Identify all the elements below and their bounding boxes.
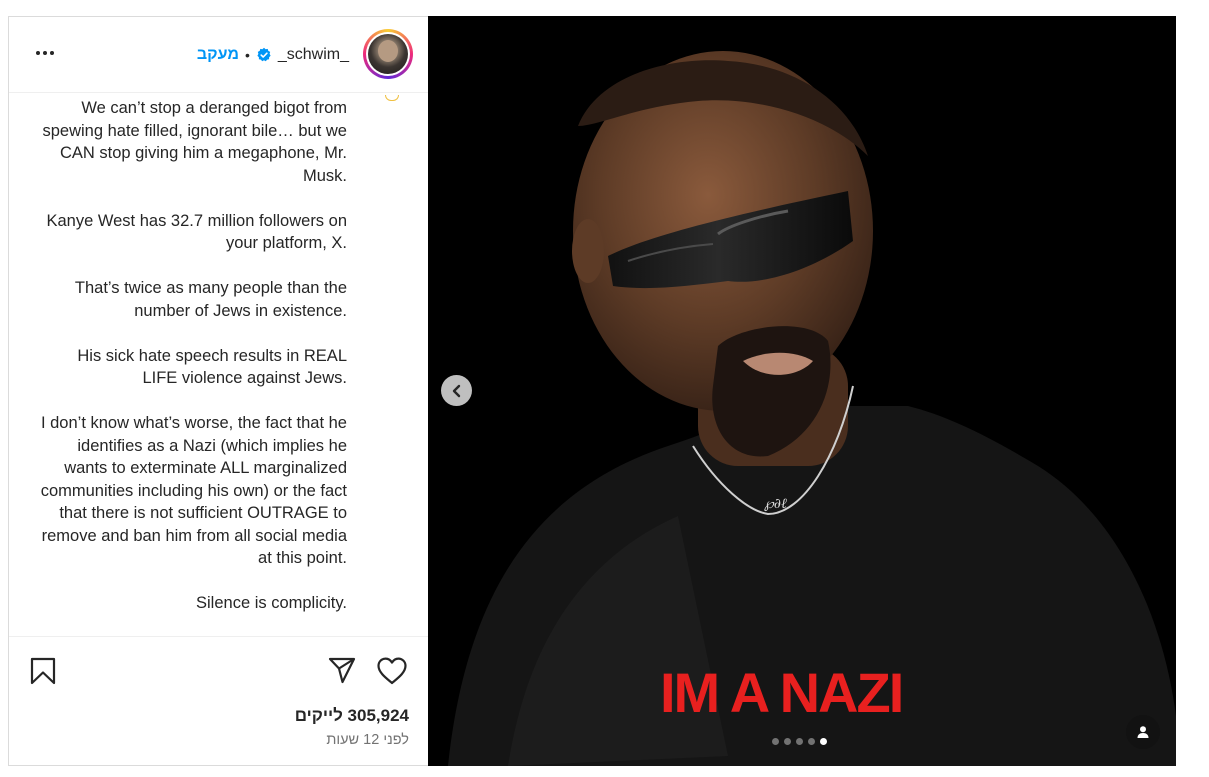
post-photo: ℘∂ℓ: [428, 16, 1176, 766]
likes-count[interactable]: 305,924 לייקים: [295, 706, 409, 726]
carousel-dot: [784, 738, 791, 745]
shirt-text: IM A NAZI: [660, 661, 904, 724]
caption-paragraph: His sick hate speech results in REAL LIF…: [77, 346, 347, 388]
share-icon[interactable]: [327, 656, 357, 686]
carousel-dot: [796, 738, 803, 745]
carousel-dot-active: [820, 738, 827, 745]
follow-button[interactable]: מעקב: [197, 46, 239, 64]
action-bar: 305,924 לייקים לפני 12 שעות: [9, 636, 429, 766]
caption-scroll-edge: [385, 95, 399, 101]
verified-badge-icon: [257, 47, 271, 62]
more-options-icon: [36, 51, 40, 55]
user-tag-icon: [1137, 726, 1149, 738]
separator-dot: •: [244, 47, 250, 63]
caption-paragraph: Silence is complicity.: [196, 594, 347, 612]
caption-paragraph: We can’t stop a deranged bigot from spew…: [42, 99, 347, 185]
chevron-left-icon: [452, 384, 460, 397]
caption-paragraph: That’s twice as many people than the num…: [74, 279, 347, 320]
carousel-dot: [808, 738, 815, 745]
post-header: מעקב • _schwim_: [9, 17, 429, 93]
heart-icon[interactable]: [376, 656, 408, 686]
caption-paragraph: I don’t know what’s worse, the fact that…: [40, 414, 347, 567]
avatar-image: [368, 34, 408, 74]
caption-scroll-area[interactable]: We can’t stop a deranged bigot from spew…: [9, 95, 429, 635]
tagged-users-button[interactable]: [1126, 715, 1160, 749]
avatar[interactable]: [363, 29, 413, 79]
post-timestamp[interactable]: לפני 12 שעות: [326, 732, 409, 748]
post-media[interactable]: ℘∂ℓ IM A NAZI: [428, 16, 1176, 766]
carousel-dot: [772, 738, 779, 745]
more-options-button[interactable]: [31, 43, 59, 63]
carousel-prev-button[interactable]: [441, 375, 472, 406]
bookmark-icon[interactable]: [30, 657, 56, 685]
user-line: מעקב • _schwim_: [197, 44, 349, 66]
username-link[interactable]: _schwim_: [278, 46, 349, 64]
caption-paragraph: Kanye West has 32.7 million followers on…: [46, 211, 347, 253]
carousel-indicator: [772, 738, 827, 745]
svg-text:℘∂ℓ: ℘∂ℓ: [764, 496, 787, 512]
post-details-panel: מעקב • _schwim_ We can’t stop a deranged…: [8, 16, 429, 766]
